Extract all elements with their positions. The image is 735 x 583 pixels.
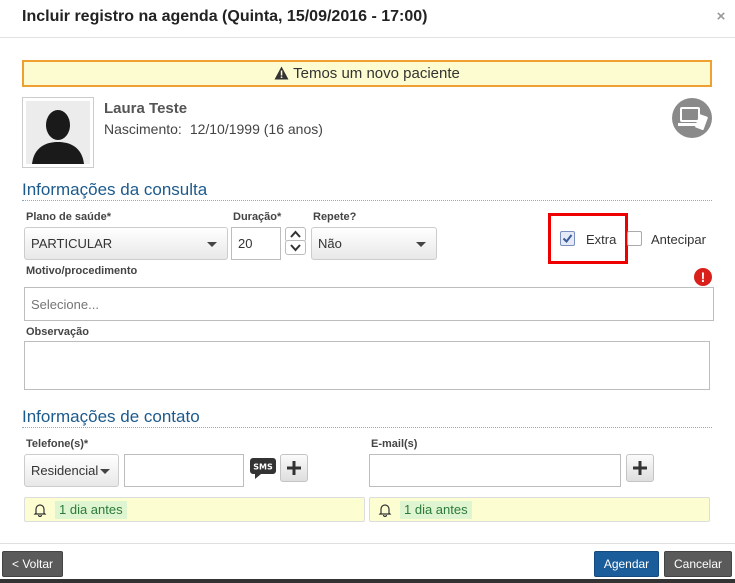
birth-label: Nascimento: [104,121,182,137]
schedule-button[interactable]: Agendar [594,551,659,577]
repete-select[interactable]: Não [311,227,437,260]
chevron-down-icon [416,242,426,247]
plus-icon [287,461,301,475]
repete-value: Não [318,236,342,251]
plus-icon [633,461,647,475]
consulta-divider [22,200,712,201]
error-icon: ! [694,268,712,286]
footer-edge [0,579,735,583]
sms-text: SMS [253,463,273,472]
extra-checkbox[interactable] [560,231,575,246]
antecipar-checkbox[interactable] [627,231,642,246]
duracao-label: Duração* [233,211,282,223]
duracao-input[interactable]: 20 [231,227,281,260]
bell-icon [33,503,47,522]
duracao-decrement[interactable] [285,240,306,255]
dialog-title: Incluir registro na agenda (Quinta, 15/0… [22,8,428,25]
motivo-input[interactable] [24,287,714,321]
add-phone-button[interactable] [280,454,308,482]
consulta-heading: Informações da consulta [22,180,208,199]
repete-label: Repete? [313,211,357,223]
back-button[interactable]: < Voltar [2,551,63,577]
obs-label: Observação [26,326,89,338]
birth-value: 12/10/1999 (16 anos) [189,121,323,137]
telefone-label: Telefone(s)* [26,438,89,450]
email-input[interactable] [369,454,621,487]
email-reminder-tag[interactable]: 1 dia antes [400,501,472,519]
phone-reminder[interactable]: 1 dia antes [24,497,365,522]
extra-label: Extra [586,232,617,247]
device-icon[interactable] [672,98,712,138]
telefone-type-value: Residencial [31,463,99,478]
warning-icon [274,64,289,87]
motivo-label: Motivo/procedimento [26,265,138,277]
telefone-type-select[interactable]: Residencial [24,454,119,487]
chevron-down-icon [207,242,217,247]
sms-icon[interactable]: SMS [249,456,277,480]
patient-name: Laura Teste [104,100,188,117]
check-icon [562,234,573,244]
new-patient-alert: Temos um novo paciente [22,60,712,87]
chevron-down-icon [290,244,301,252]
email-label: E-mail(s) [371,438,418,450]
chevron-down-icon [100,469,110,474]
patient-birth: Nascimento: 12/10/1999 (16 anos) [104,121,323,137]
contato-divider [22,427,712,428]
antecipar-label: Antecipar [651,232,706,247]
cancel-button[interactable]: Cancelar [664,551,732,577]
obs-textarea[interactable] [24,341,710,390]
bell-icon [378,503,392,522]
alert-text: Temos um novo paciente [293,65,460,82]
telefone-input[interactable] [124,454,244,487]
patient-avatar [22,97,94,168]
phone-reminder-tag[interactable]: 1 dia antes [55,501,127,519]
plano-value: PARTICULAR [31,236,113,251]
contato-heading: Informações de contato [22,407,200,426]
add-email-button[interactable] [626,454,654,482]
email-reminder[interactable]: 1 dia antes [369,497,710,522]
plano-select[interactable]: PARTICULAR [24,227,228,260]
plano-label: Plano de saúde* [26,211,111,223]
close-icon[interactable]: × [715,9,727,25]
